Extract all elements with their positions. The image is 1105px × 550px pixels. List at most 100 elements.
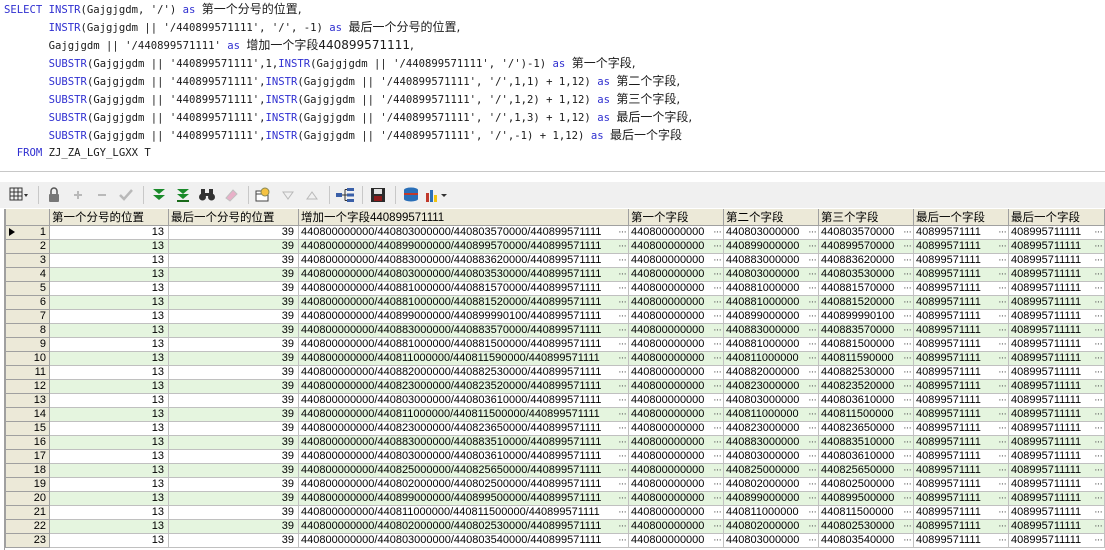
cell-editor-ellipsis-button[interactable]: ··· (903, 367, 912, 379)
table-row[interactable]: 14 13 39 440800000000/440811000000/44081150… (5, 407, 1105, 422)
table-cell[interactable]: 440800000000 ··· (628, 281, 724, 296)
cell-editor-ellipsis-button[interactable]: ··· (903, 311, 912, 323)
cell-editor-ellipsis-button[interactable]: ··· (998, 283, 1007, 295)
table-cell[interactable]: 440803570000 ··· (818, 225, 914, 240)
table-cell[interactable]: 440800000000/440802000000/440802500000/4… (298, 477, 629, 492)
cell-editor-ellipsis-button[interactable]: ··· (713, 255, 722, 267)
cell-editor-ellipsis-button[interactable]: ··· (998, 339, 1007, 351)
table-cell[interactable]: 440800000000 ··· (628, 435, 724, 450)
grid-view-dropdown-button[interactable] (6, 184, 32, 206)
table-cell[interactable]: 13 (49, 323, 169, 338)
table-cell[interactable]: 440881000000 ··· (723, 281, 819, 296)
cell-editor-ellipsis-button[interactable]: ··· (1094, 311, 1103, 323)
table-cell[interactable]: 408995711111 ··· (1008, 365, 1105, 380)
add-record-button[interactable] (67, 184, 89, 206)
table-cell[interactable]: 440800000000/440899000000/440899500000/4… (298, 491, 629, 506)
cell-editor-ellipsis-button[interactable]: ··· (808, 283, 817, 295)
cell-editor-ellipsis-button[interactable]: ··· (998, 479, 1007, 491)
cell-editor-ellipsis-button[interactable]: ··· (618, 283, 627, 295)
cell-editor-ellipsis-button[interactable]: ··· (618, 311, 627, 323)
table-cell[interactable]: 440800000000/440899000000/440899570000/4… (298, 239, 629, 254)
table-cell[interactable]: 39 (168, 463, 299, 478)
table-cell[interactable]: 39 (168, 407, 299, 422)
column-header[interactable]: 增加一个字段440899571111 (298, 209, 629, 226)
table-cell[interactable]: 39 (168, 379, 299, 394)
table-cell[interactable]: 408995711111 ··· (1008, 463, 1105, 478)
cell-editor-ellipsis-button[interactable]: ··· (903, 507, 912, 519)
table-cell[interactable]: 13 (49, 463, 169, 478)
cell-editor-ellipsis-button[interactable]: ··· (1094, 451, 1103, 463)
table-cell[interactable]: 440881500000 ··· (818, 337, 914, 352)
cell-editor-ellipsis-button[interactable]: ··· (998, 409, 1007, 421)
cell-editor-ellipsis-button[interactable]: ··· (998, 493, 1007, 505)
table-cell[interactable]: 440800000000/440811000000/440811590000/4… (298, 351, 629, 366)
table-row[interactable]: 20 13 39 440800000000/440899000000/44089950… (5, 491, 1105, 506)
table-cell[interactable]: 408995711111 ··· (1008, 491, 1105, 506)
post-changes-button[interactable] (115, 184, 137, 206)
table-cell[interactable]: 40899571111 ··· (913, 225, 1009, 240)
table-cell[interactable]: 440800000000/440823000000/440823650000/4… (298, 421, 629, 436)
column-header[interactable]: 最后一个分号的位置 (168, 209, 299, 226)
cell-editor-ellipsis-button[interactable]: ··· (903, 535, 912, 547)
sql-text[interactable]: SELECT INSTR(Gajgjgdm, '/') as 第一个分号的位置,… (0, 0, 1105, 162)
table-row[interactable]: 11 13 39 440800000000/440882000000/44088253… (5, 365, 1105, 380)
table-cell[interactable]: 440800000000/440881000000/440881520000/4… (298, 295, 629, 310)
cell-editor-ellipsis-button[interactable]: ··· (618, 227, 627, 239)
cell-editor-ellipsis-button[interactable]: ··· (618, 521, 627, 533)
table-cell[interactable]: 408995711111 ··· (1008, 421, 1105, 436)
table-cell[interactable]: 39 (168, 295, 299, 310)
table-cell[interactable]: 440823520000 ··· (818, 379, 914, 394)
table-cell[interactable]: 440800000000/440811000000/440811500000/4… (298, 407, 629, 422)
table-cell[interactable]: 39 (168, 435, 299, 450)
table-cell[interactable]: 440881000000 ··· (723, 337, 819, 352)
cell-editor-ellipsis-button[interactable]: ··· (998, 255, 1007, 267)
column-header[interactable]: 第一个字段 (628, 209, 724, 226)
table-cell[interactable]: 13 (49, 253, 169, 268)
cell-editor-ellipsis-button[interactable]: ··· (998, 465, 1007, 477)
cell-editor-ellipsis-button[interactable]: ··· (903, 423, 912, 435)
cell-editor-ellipsis-button[interactable]: ··· (998, 241, 1007, 253)
table-cell[interactable]: 40899571111 ··· (913, 421, 1009, 436)
cell-editor-ellipsis-button[interactable]: ··· (808, 437, 817, 449)
table-cell[interactable]: 13 (49, 379, 169, 394)
table-cell[interactable]: 440800000000 ··· (628, 337, 724, 352)
cell-editor-ellipsis-button[interactable]: ··· (808, 395, 817, 407)
cell-editor-ellipsis-button[interactable]: ··· (713, 521, 722, 533)
table-cell[interactable]: 40899571111 ··· (913, 295, 1009, 310)
table-cell[interactable]: 39 (168, 267, 299, 282)
table-row[interactable]: 5 13 39 440800000000/440881000000/440881570… (5, 281, 1105, 296)
cell-editor-ellipsis-button[interactable]: ··· (713, 311, 722, 323)
table-cell[interactable]: 440883000000 ··· (723, 253, 819, 268)
table-cell[interactable]: 40899571111 ··· (913, 337, 1009, 352)
table-cell[interactable]: 13 (49, 491, 169, 506)
cell-editor-ellipsis-button[interactable]: ··· (1094, 493, 1103, 505)
cell-editor-ellipsis-button[interactable]: ··· (618, 381, 627, 393)
table-cell[interactable]: 408995711111 ··· (1008, 253, 1105, 268)
table-cell[interactable]: 408995711111 ··· (1008, 309, 1105, 324)
cell-editor-ellipsis-button[interactable]: ··· (998, 451, 1007, 463)
table-row[interactable]: 4 13 39 440800000000/440803000000/440803530… (5, 267, 1105, 282)
table-cell[interactable]: 440811500000 ··· (818, 505, 914, 520)
table-cell[interactable]: 440899000000 ··· (723, 491, 819, 506)
table-cell[interactable]: 39 (168, 323, 299, 338)
table-cell[interactable]: 13 (49, 477, 169, 492)
fetch-next-page-button[interactable] (148, 184, 170, 206)
table-cell[interactable]: 440800000000 ··· (628, 533, 724, 548)
table-row[interactable]: 21 13 39 440800000000/440811000000/44081150… (5, 505, 1105, 520)
table-cell[interactable]: 440883000000 ··· (723, 323, 819, 338)
cell-editor-ellipsis-button[interactable]: ··· (713, 339, 722, 351)
cell-editor-ellipsis-button[interactable]: ··· (618, 409, 627, 421)
table-cell[interactable]: 408995711111 ··· (1008, 379, 1105, 394)
cell-editor-ellipsis-button[interactable]: ··· (903, 353, 912, 365)
table-row[interactable]: 17 13 39 440800000000/440803000000/44080361… (5, 449, 1105, 464)
table-row[interactable]: 13 13 39 440800000000/440803000000/44080361… (5, 393, 1105, 408)
cell-editor-ellipsis-button[interactable]: ··· (713, 325, 722, 337)
table-cell[interactable]: 440803000000 ··· (723, 533, 819, 548)
table-cell[interactable]: 440800000000 ··· (628, 407, 724, 422)
table-cell[interactable]: 408995711111 ··· (1008, 533, 1105, 548)
table-cell[interactable]: 440800000000/440881000000/440881570000/4… (298, 281, 629, 296)
cell-editor-ellipsis-button[interactable]: ··· (713, 507, 722, 519)
cell-editor-ellipsis-button[interactable]: ··· (1094, 353, 1103, 365)
table-cell[interactable]: 440800000000/440883000000/440883510000/4… (298, 435, 629, 450)
table-cell[interactable]: 440882000000 ··· (723, 365, 819, 380)
